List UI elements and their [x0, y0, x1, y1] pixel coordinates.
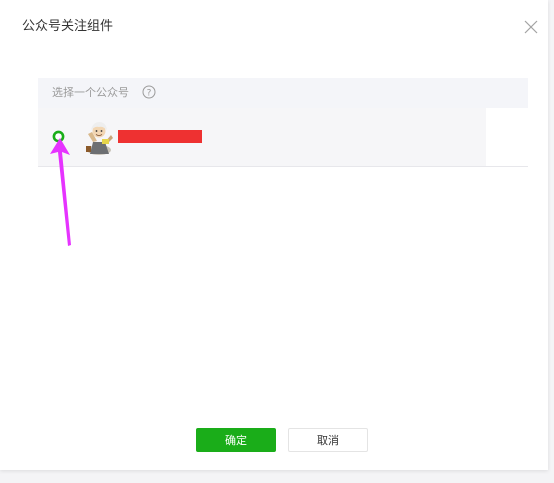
question-circle-icon[interactable]: ?: [142, 85, 156, 99]
follow-widget-dialog: 公众号关注组件 选择一个公众号 ? 确定 取消: [0, 0, 548, 470]
table-header: 选择一个公众号 ?: [38, 78, 528, 108]
account-row[interactable]: [38, 108, 528, 167]
dialog-title: 公众号关注组件: [22, 19, 114, 34]
account-avatar: [86, 122, 113, 155]
confirm-button[interactable]: 确定: [196, 428, 276, 452]
redacted-account-name: [118, 130, 202, 143]
svg-text:?: ?: [147, 88, 152, 98]
close-icon[interactable]: [522, 18, 540, 36]
cancel-button[interactable]: 取消: [288, 428, 368, 452]
annotation-arrow-icon: [50, 138, 71, 246]
select-account-label: 选择一个公众号: [52, 86, 129, 99]
